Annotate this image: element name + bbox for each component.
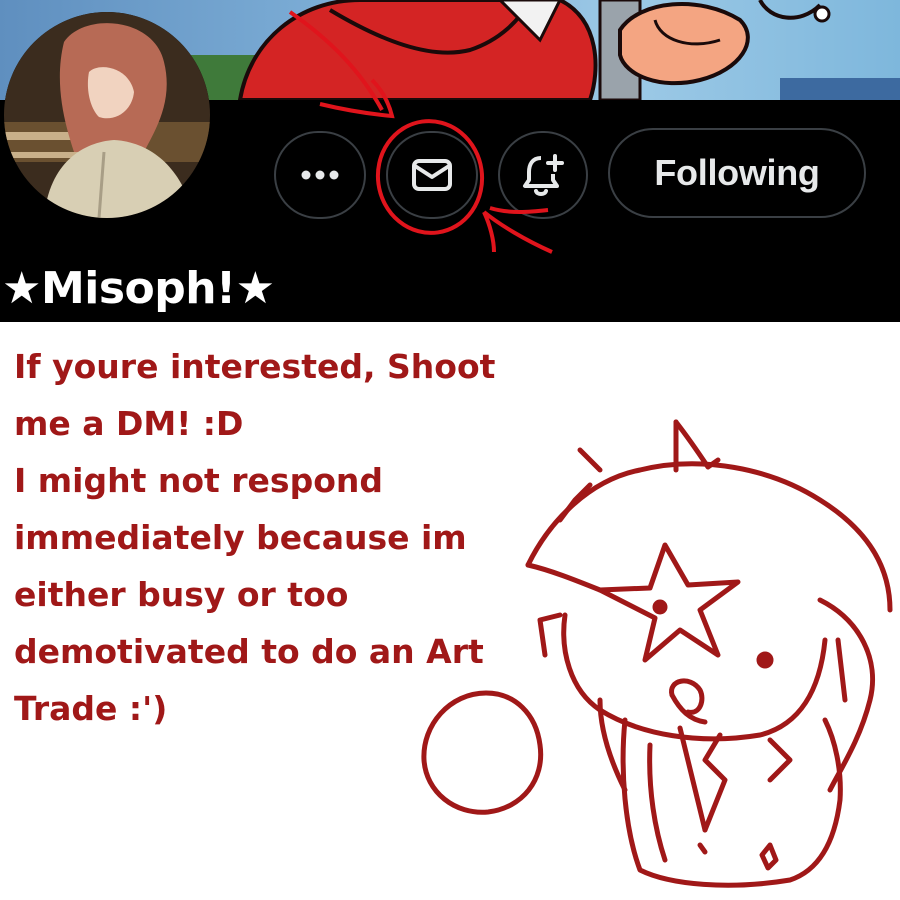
message-button[interactable] [386, 131, 478, 219]
more-options-button[interactable] [274, 131, 366, 219]
avatar-image [4, 12, 210, 218]
display-name: ★Misoph!★ [2, 263, 275, 314]
avatar[interactable] [4, 12, 210, 218]
following-button[interactable]: Following [608, 128, 866, 218]
chibi-doodle [421, 419, 893, 888]
notify-button[interactable] [498, 131, 588, 219]
bell-plus-icon [523, 154, 564, 196]
following-label: Following [654, 152, 820, 193]
ellipsis-icon [301, 170, 339, 180]
envelope-icon [412, 159, 452, 191]
